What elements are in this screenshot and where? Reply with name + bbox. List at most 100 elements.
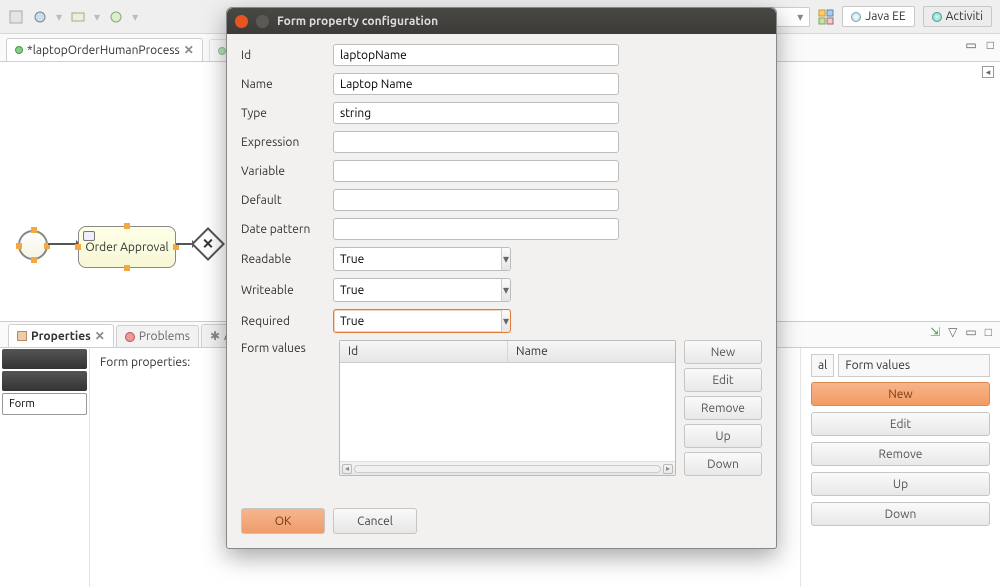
label-required: Required xyxy=(241,315,329,328)
dropdown-icon[interactable]: ▾ xyxy=(501,248,510,270)
label-writeable: Writeable xyxy=(241,284,329,297)
input-variable[interactable] xyxy=(333,160,619,182)
label-id: Id xyxy=(241,49,329,62)
form-property-configuration-dialog: Form property configuration Id Name Type… xyxy=(226,7,777,549)
toolbar-button[interactable] xyxy=(32,9,48,25)
dialog-footer: OK Cancel xyxy=(227,498,776,548)
scroll-left-icon[interactable]: ◂ xyxy=(342,464,352,474)
input-id[interactable] xyxy=(333,44,619,66)
gateway-x-icon: ✕ xyxy=(202,236,214,253)
open-perspective-button[interactable] xyxy=(818,9,834,25)
fv-up-button[interactable]: Up xyxy=(684,424,762,448)
dropdown-icon[interactable]: ▾ xyxy=(501,279,510,301)
perspective-label: Activiti xyxy=(946,10,983,23)
bpmn-user-task-order-approval[interactable]: Order Approval xyxy=(78,226,176,268)
combo-required-input[interactable] xyxy=(334,310,501,332)
table-hscrollbar[interactable]: ◂ ▸ xyxy=(340,461,675,475)
close-icon[interactable]: ✕ xyxy=(95,329,105,343)
maximize-icon[interactable]: □ xyxy=(987,38,994,52)
col-id[interactable]: Id xyxy=(340,341,508,362)
dialog-title: Form property configuration xyxy=(277,15,438,28)
view-menu-icon[interactable]: ⇲ xyxy=(930,325,940,339)
label-default: Default xyxy=(241,194,329,207)
cancel-button[interactable]: Cancel xyxy=(333,508,417,534)
maximize-icon[interactable]: □ xyxy=(985,325,992,339)
form-values-table[interactable]: Id Name ◂ ▸ xyxy=(339,340,676,476)
label-expression: Expression xyxy=(241,136,329,149)
view-dropdown-icon[interactable]: ▽ xyxy=(948,325,957,339)
input-expression[interactable] xyxy=(333,131,619,153)
dropdown-icon[interactable]: ▾ xyxy=(501,310,510,332)
dropdown-icon[interactable]: ▾ xyxy=(797,10,803,24)
down-button[interactable]: Down xyxy=(811,502,990,526)
task-label: Order Approval xyxy=(85,241,168,254)
minimize-icon[interactable]: ▭ xyxy=(965,325,976,339)
bpmn-sequence-flow[interactable] xyxy=(48,243,78,245)
tab-properties[interactable]: Properties ✕ xyxy=(8,324,114,347)
input-type[interactable] xyxy=(333,102,619,124)
input-default[interactable] xyxy=(333,189,619,211)
combo-writeable[interactable]: ▾ xyxy=(333,278,511,302)
form-values-side-panel: al Form values New Edit Remove Up Down xyxy=(800,348,1000,587)
window-minimize-icon[interactable] xyxy=(256,15,269,28)
scroll-track[interactable] xyxy=(354,465,661,473)
category-main-config[interactable] xyxy=(2,371,87,391)
perspective-activiti[interactable]: Activiti xyxy=(923,6,992,27)
tab-label: Problems xyxy=(139,330,190,343)
table-header: Id Name xyxy=(340,341,675,363)
edit-button[interactable]: Edit xyxy=(811,412,990,436)
remove-button[interactable]: Remove xyxy=(811,442,990,466)
bpmn-start-event[interactable] xyxy=(18,230,48,260)
category-form[interactable]: Form xyxy=(2,393,87,415)
tab-label: *laptopOrderHumanProcess xyxy=(27,44,180,57)
combo-required[interactable]: ▾ xyxy=(333,309,511,333)
label-name: Name xyxy=(241,78,329,91)
close-icon[interactable]: ✕ xyxy=(184,43,194,57)
perspective-java-ee[interactable]: Java EE xyxy=(842,6,914,27)
user-task-icon xyxy=(83,231,95,241)
combo-writeable-input[interactable] xyxy=(334,279,501,301)
window-close-icon[interactable] xyxy=(235,15,248,28)
ok-button[interactable]: OK xyxy=(241,508,325,534)
scroll-left-icon[interactable]: ◂ xyxy=(982,66,994,78)
activiti-icon xyxy=(932,12,942,22)
minimize-icon[interactable]: ▭ xyxy=(965,38,976,52)
label-readable: Readable xyxy=(241,253,329,266)
scroll-right-icon[interactable]: ▸ xyxy=(663,464,673,474)
problems-icon xyxy=(125,332,135,342)
fv-remove-button[interactable]: Remove xyxy=(684,396,762,420)
col-header-form-values: Form values xyxy=(838,354,990,377)
label-variable: Variable xyxy=(241,165,329,178)
label-form-values: Form values xyxy=(241,340,329,476)
perspective-label: Java EE xyxy=(865,10,905,23)
col-name[interactable]: Name xyxy=(508,341,675,362)
tab-label: Properties xyxy=(31,330,91,343)
bpmn-exclusive-gateway[interactable]: ✕ xyxy=(191,227,225,261)
ant-icon: ✱ xyxy=(210,329,220,343)
toolbar-button[interactable] xyxy=(70,9,86,25)
dialog-titlebar[interactable]: Form property configuration xyxy=(227,8,776,34)
new-button[interactable]: New xyxy=(811,382,990,406)
tab-problems[interactable]: Problems xyxy=(116,325,199,347)
diagram-icon xyxy=(15,46,23,54)
properties-icon xyxy=(17,331,27,341)
diagram-icon xyxy=(218,47,226,55)
fv-new-button[interactable]: New xyxy=(684,340,762,364)
fv-down-button[interactable]: Down xyxy=(684,452,762,476)
input-date-pattern[interactable] xyxy=(333,218,619,240)
up-button[interactable]: Up xyxy=(811,472,990,496)
properties-category-list: Form xyxy=(0,348,90,587)
label-date-pattern: Date pattern xyxy=(241,223,329,236)
category-general[interactable] xyxy=(2,349,87,369)
fv-edit-button[interactable]: Edit xyxy=(684,368,762,392)
label-type: Type xyxy=(241,107,329,120)
toolbar-button[interactable] xyxy=(8,9,24,25)
combo-readable-input[interactable] xyxy=(334,248,501,270)
java-ee-icon xyxy=(851,12,861,22)
col-header-partial: al xyxy=(811,354,834,377)
table-body xyxy=(340,363,675,461)
toolbar-button[interactable] xyxy=(108,9,124,25)
editor-tab-laptop-order[interactable]: *laptopOrderHumanProcess ✕ xyxy=(6,38,203,61)
input-name[interactable] xyxy=(333,73,619,95)
combo-readable[interactable]: ▾ xyxy=(333,247,511,271)
